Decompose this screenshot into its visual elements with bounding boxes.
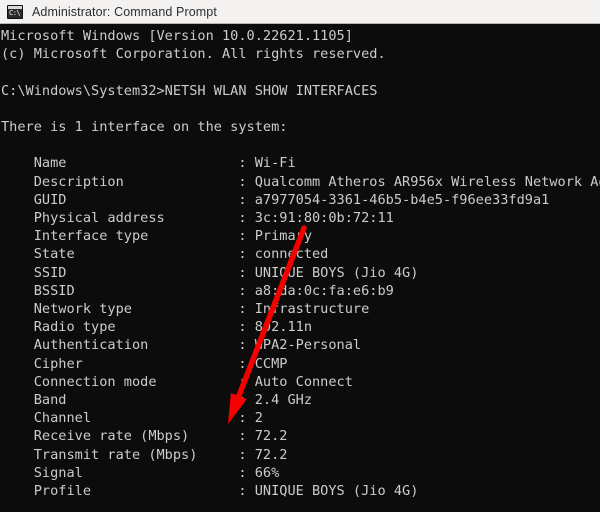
command-prompt-window: C:\ Administrator: Command Prompt Micros… [0,0,600,512]
console-output-area[interactable]: Microsoft Windows [Version 10.0.22621.11… [0,24,600,512]
command-prompt-icon-glyph: C:\ [9,8,21,17]
command-prompt-icon: C:\ [7,4,23,19]
window-title: Administrator: Command Prompt [32,4,217,19]
console-text: Microsoft Windows [Version 10.0.22621.11… [1,28,600,500]
window-titlebar[interactable]: C:\ Administrator: Command Prompt [0,0,600,24]
